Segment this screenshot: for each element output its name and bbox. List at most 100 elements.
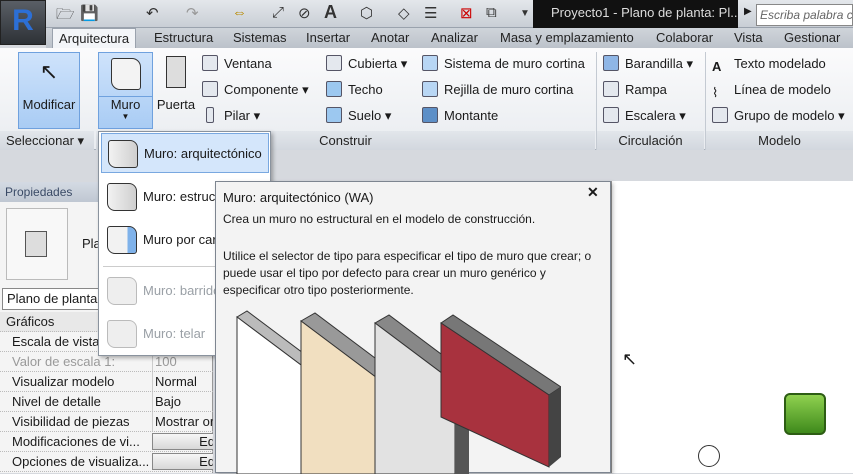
property-row[interactable]: Opciones de visualiza...Ed [0, 452, 213, 472]
close-hidden-icon[interactable]: ⊠ [460, 4, 473, 22]
sistema-muro-cortina-button[interactable]: Sistema de muro cortina [422, 54, 585, 74]
dimension-icon[interactable]: ⤢ [272, 4, 284, 21]
ceiling-icon [326, 81, 342, 97]
measure-icon[interactable]: ⇔ [232, 4, 247, 21]
chevron-right-icon[interactable]: ▶ [744, 6, 752, 17]
open-icon[interactable]: 🗁 [56, 4, 75, 29]
component-icon [202, 81, 218, 97]
label: Pilar [224, 108, 251, 123]
value: Normal [152, 372, 213, 391]
montante-button[interactable]: Montante [422, 106, 498, 126]
label: Suelo [348, 108, 382, 123]
tab-arquitectura[interactable]: Arquitectura [52, 28, 137, 49]
label: Montante [444, 108, 499, 123]
wall-icon [110, 58, 141, 90]
cursor-icon: ↖ [39, 59, 59, 84]
roof-icon [326, 55, 342, 71]
grupo-modelo-button[interactable]: Grupo de modelo ▾ [712, 106, 845, 126]
steering-wheel-icon[interactable] [784, 393, 826, 435]
techo-button[interactable]: Techo [326, 80, 383, 100]
wall-layers-illustration [236, 310, 561, 474]
label: Muro por cara [143, 232, 224, 247]
menu-item-muro-arquitectonico[interactable]: Muro: arquitectónico [101, 133, 269, 173]
tooltip: Muro: arquitectónico (WA) Crea un muro n… [215, 181, 611, 474]
3d-view-icon[interactable]: ⬡ [360, 4, 373, 22]
curtain-grid-icon [422, 81, 438, 97]
modificar-label: Modificar [22, 97, 76, 112]
tooltip-body: Utilice el selector de tipo para especif… [223, 249, 592, 297]
wall-architectural-icon [108, 140, 138, 168]
escalera-button[interactable]: Escalera ▾ [603, 106, 686, 126]
drawing-canvas[interactable]: ↖ [611, 181, 853, 473]
key: Modificaciones de vi... [12, 434, 140, 449]
barandilla-button[interactable]: Barandilla ▾ [603, 54, 693, 74]
muro-button[interactable]: Muro ▼ [98, 52, 153, 129]
panel-seleccionar[interactable]: Seleccionar ▾ [0, 131, 94, 150]
window-icon [202, 55, 218, 71]
chevron-down-icon: ▼ [121, 112, 130, 121]
rejilla-muro-cortina-button[interactable]: Rejilla de muro cortina [422, 80, 573, 100]
value: Bajo [152, 392, 213, 411]
key: Nivel de detalle [12, 394, 101, 409]
property-row[interactable]: Visualizar modelo Normal [0, 372, 213, 392]
texto-modelado-button[interactable]: A Texto modelado [712, 54, 826, 74]
label: Muro: arquitectónico [144, 146, 262, 161]
wall-structural-icon [107, 183, 137, 211]
property-row[interactable]: Modificaciones de vi... Ed [0, 432, 213, 452]
tab-anotar[interactable]: Anotar [365, 28, 415, 48]
thin-lines-icon[interactable]: ☰ [424, 4, 437, 22]
tab-gestionar[interactable]: Gestionar [778, 28, 846, 48]
key: Visualizar modelo [12, 374, 115, 389]
tab-colaborar[interactable]: Colaborar [650, 28, 719, 48]
pilar-button[interactable]: Pilar ▾ [202, 106, 260, 126]
customize-qat-icon[interactable]: ▼ [520, 8, 530, 19]
save-icon[interactable]: 💾 [80, 4, 99, 22]
linea-modelo-button[interactable]: ⌇ Línea de modelo [712, 80, 831, 100]
model-line-icon: ⌇ [712, 85, 719, 100]
muro-label: Muro [99, 96, 152, 112]
puerta-button[interactable]: Puerta [156, 52, 196, 112]
ventana-button[interactable]: Ventana [202, 54, 272, 74]
elevation-marker-icon[interactable] [698, 445, 720, 467]
wall-reveal-icon [107, 320, 137, 348]
property-row[interactable]: Visibilidad de piezas Mostrar or [0, 412, 213, 432]
tab-sistemas[interactable]: Sistemas [227, 28, 292, 48]
tab-masa-emplazamiento[interactable]: Masa y emplazamiento [494, 28, 640, 48]
rampa-button[interactable]: Rampa [603, 80, 667, 100]
undo-icon[interactable]: ↶ [146, 4, 159, 22]
mullion-icon [422, 107, 438, 123]
key: Visibilidad de piezas [12, 414, 130, 429]
tooltip-description: Crea un muro no estructural en el modelo… [223, 212, 536, 226]
componente-button[interactable]: Componente ▾ [202, 80, 309, 100]
close-icon[interactable]: ✕ [587, 184, 599, 201]
tab-analizar[interactable]: Analizar [425, 28, 484, 48]
window-title: Proyecto1 - Plano de planta: Pl... [533, 0, 738, 28]
edit-button[interactable]: Ed [152, 433, 213, 450]
cubierta-button[interactable]: Cubierta ▾ [326, 54, 407, 74]
label: Techo [348, 82, 383, 97]
text-icon[interactable]: A [324, 2, 337, 23]
switch-windows-icon[interactable]: ⧉ [486, 4, 497, 21]
label: Barandilla [625, 56, 683, 71]
stair-icon [603, 107, 619, 123]
redo-icon[interactable]: ↷ [186, 4, 199, 22]
suelo-button[interactable]: Suelo ▾ [326, 106, 391, 126]
application-menu-button[interactable]: R [0, 0, 46, 45]
panel-circulacion: Circulación [597, 131, 704, 150]
puerta-label: Puerta [156, 97, 196, 112]
modificar-button[interactable]: ↖ Modificar [18, 52, 80, 129]
model-group-icon [712, 107, 728, 123]
wall-sweep-icon [107, 277, 137, 305]
tab-insertar[interactable]: Insertar [300, 28, 356, 48]
edit-button[interactable]: Ed [152, 453, 213, 470]
wall-by-face-icon [107, 226, 137, 254]
tab-estructura[interactable]: Estructura [148, 28, 219, 48]
mouse-cursor-icon: ↖ [622, 349, 638, 369]
section-icon[interactable]: ◇ [398, 4, 410, 22]
label: Muro: barrido [143, 283, 221, 298]
tag-icon[interactable]: ⊘ [298, 4, 311, 22]
type-preview [6, 208, 68, 280]
property-row[interactable]: Nivel de detalle Bajo [0, 392, 213, 412]
search-input[interactable]: Escriba palabra cla [756, 4, 853, 26]
tab-vista[interactable]: Vista [728, 28, 769, 48]
